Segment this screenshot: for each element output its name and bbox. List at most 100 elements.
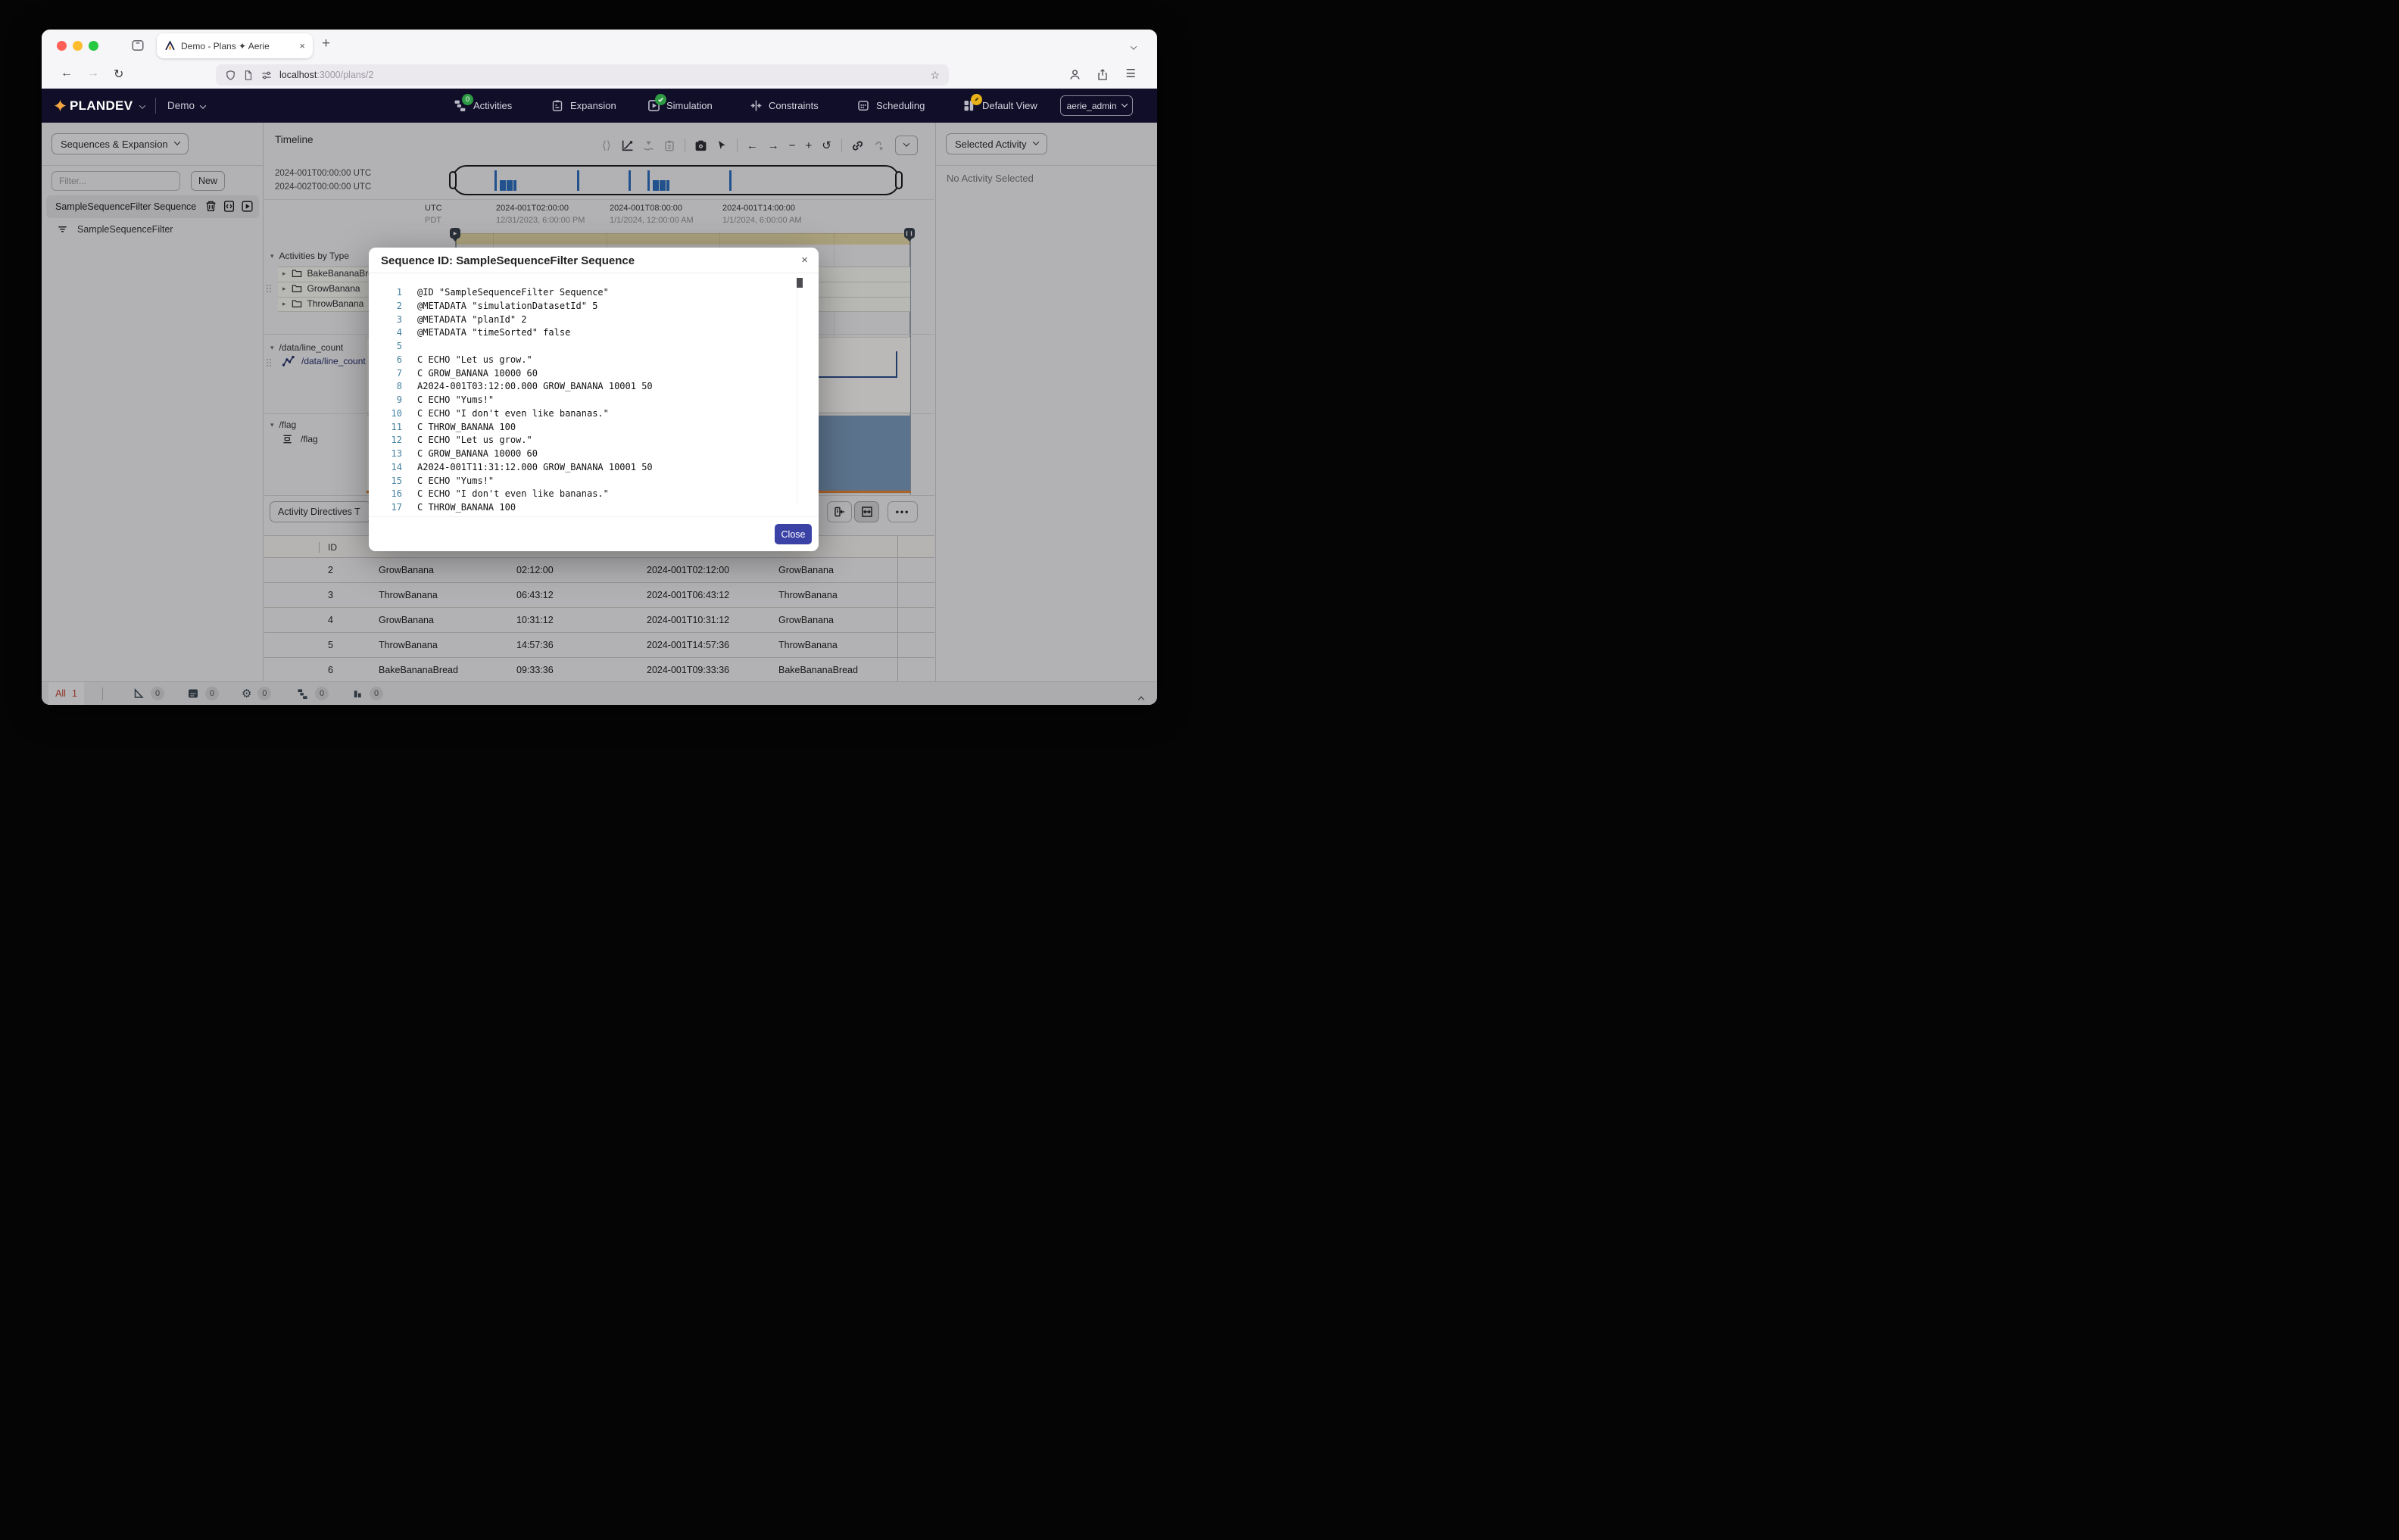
line-text: C GROW_BANANA 10000 60 [414,368,541,382]
code-line[interactable]: 12 C ECHO "Let us grow." [369,435,819,448]
code-line[interactable]: 1 @ID "SampleSequenceFilter Sequence" [369,287,819,301]
line-text: C ECHO "Let us grow." [414,435,535,448]
code-line[interactable]: 14 A2024-001T11:31:12.000 GROW_BANANA 10… [369,462,819,475]
reload-button[interactable]: ↻ [114,67,123,82]
browser-urlbar: ← → ↻ localhost:3000/plans/2 ☆ ☰ [42,61,1157,89]
line-number: 10 [369,408,402,422]
code-line[interactable]: 9 C ECHO "Yums!" [369,394,819,408]
code-line[interactable]: 11 C THROW_BANANA 100 [369,422,819,435]
line-text: A2024-001T11:31:12.000 GROW_BANANA 10001… [414,462,656,475]
chevron-down-icon[interactable] [140,99,145,113]
line-text: C THROW_BANANA 100 [414,422,519,435]
line-text: C ECHO "Yums!" [414,475,497,489]
page-icon[interactable] [243,70,254,81]
line-number: 9 [369,394,402,408]
url-text: localhost:3000/plans/2 [279,70,923,80]
line-number: 14 [369,462,402,475]
code-line[interactable]: 17 C THROW_BANANA 100 [369,502,819,514]
line-text: @METADATA "simulationDatasetId" 5 [414,301,601,314]
line-number: 3 [369,314,402,328]
code-line[interactable]: 6 C ECHO "Let us grow." [369,354,819,368]
code-line[interactable]: 15 C ECHO "Yums!" [369,475,819,489]
line-text: A2024-001T03:12:00.000 GROW_BANANA 10001… [414,381,656,394]
address-bar[interactable]: localhost:3000/plans/2 ☆ [216,64,949,86]
line-number: 12 [369,435,402,448]
expansion-icon [551,99,564,112]
line-number: 7 [369,368,402,382]
close-button[interactable]: Close [775,524,812,544]
nav-item-activities[interactable]: 0 Activities [454,99,512,112]
view-modified-badge [971,94,982,105]
simulation-icon [647,99,660,112]
line-text [414,341,420,354]
code-line[interactable]: 8 A2024-001T03:12:00.000 GROW_BANANA 100… [369,381,819,394]
line-text: C ECHO "I don't even like bananas." [414,488,612,502]
code-line[interactable]: 4 @METADATA "timeSorted" false [369,327,819,341]
line-text: C GROW_BANANA 10000 60 [414,448,541,462]
forward-button[interactable]: → [87,67,99,80]
bookmark-star-icon[interactable]: ☆ [930,69,940,82]
close-window-button[interactable] [57,41,67,51]
simulation-success-badge [655,94,666,105]
line-number: 17 [369,502,402,514]
line-number: 11 [369,422,402,435]
line-text: @METADATA "planId" 2 [414,314,530,328]
browser-window: Demo - Plans ✦ Aerie × + ← → ↻ localhost… [42,30,1157,705]
star-icon [54,99,67,112]
constraints-icon [750,99,763,112]
nav-divider [155,98,156,114]
user-menu-button[interactable]: aerie_admin [1060,95,1133,116]
line-number: 4 [369,327,402,341]
line-number: 16 [369,488,402,502]
modal-close-icon[interactable]: × [801,254,808,267]
plan-selector[interactable]: Demo [167,100,205,111]
plandev-logo[interactable]: PLANDEV [54,98,145,114]
line-text: C ECHO "Yums!" [414,394,497,408]
code-line[interactable]: 2 @METADATA "simulationDatasetId" 5 [369,301,819,314]
nav-item-constraints[interactable]: Constraints [750,99,819,112]
view-layout-icon [963,99,976,112]
aerie-favicon [164,40,176,51]
maximize-window-button[interactable] [89,41,98,51]
back-button[interactable]: ← [61,67,73,80]
nav-item-scheduling[interactable]: Scheduling [857,99,925,112]
browser-tab[interactable]: Demo - Plans ✦ Aerie × [157,33,313,58]
activities-icon: 0 [454,99,467,112]
line-text: C ECHO "I don't even like bananas." [414,408,612,422]
nav-item-simulation[interactable]: Simulation [647,99,713,112]
line-text: C ECHO "Let us grow." [414,354,535,368]
tab-overview-chevron-icon[interactable] [1131,40,1136,54]
shield-icon[interactable] [225,70,236,81]
browser-titlebar: Demo - Plans ✦ Aerie × + [42,30,1157,61]
chevron-down-icon [201,100,205,111]
minimize-window-button[interactable] [73,41,83,51]
line-number: 2 [369,301,402,314]
nav-item-default-view[interactable]: Default View [963,99,1037,112]
new-tab-button[interactable]: + [322,36,330,52]
menu-icon[interactable]: ☰ [1126,67,1136,80]
tab-close-icon[interactable]: × [299,40,305,51]
editor-scrollbar[interactable] [797,276,803,503]
code-line[interactable]: 5 [369,341,819,354]
line-text: @ID "SampleSequenceFilter Sequence" [414,287,612,301]
sequence-code-editor[interactable]: 1 @ID "SampleSequenceFilter Sequence" 2 … [369,273,819,514]
sidebar-toggle-icon[interactable] [131,39,145,52]
line-number: 1 [369,287,402,301]
line-text: @METADATA "timeSorted" false [414,327,573,341]
code-line[interactable]: 7 C GROW_BANANA 10000 60 [369,368,819,382]
scheduling-icon [857,99,870,112]
nav-item-expansion[interactable]: Expansion [551,99,616,112]
editor-scrollbar-thumb[interactable] [797,278,803,288]
share-icon[interactable] [1097,68,1109,81]
code-line[interactable]: 16 C ECHO "I don't even like bananas." [369,488,819,502]
code-line[interactable]: 10 C ECHO "I don't even like bananas." [369,408,819,422]
line-number: 5 [369,341,402,354]
code-line[interactable]: 3 @METADATA "planId" 2 [369,314,819,328]
code-line[interactable]: 13 C GROW_BANANA 10000 60 [369,448,819,462]
line-number: 6 [369,354,402,368]
profile-icon[interactable] [1068,68,1081,81]
line-text: C THROW_BANANA 100 [414,502,519,514]
line-number: 15 [369,475,402,489]
sequence-modal: Sequence ID: SampleSequenceFilter Sequen… [369,248,819,551]
site-settings-icon[interactable] [260,70,273,81]
